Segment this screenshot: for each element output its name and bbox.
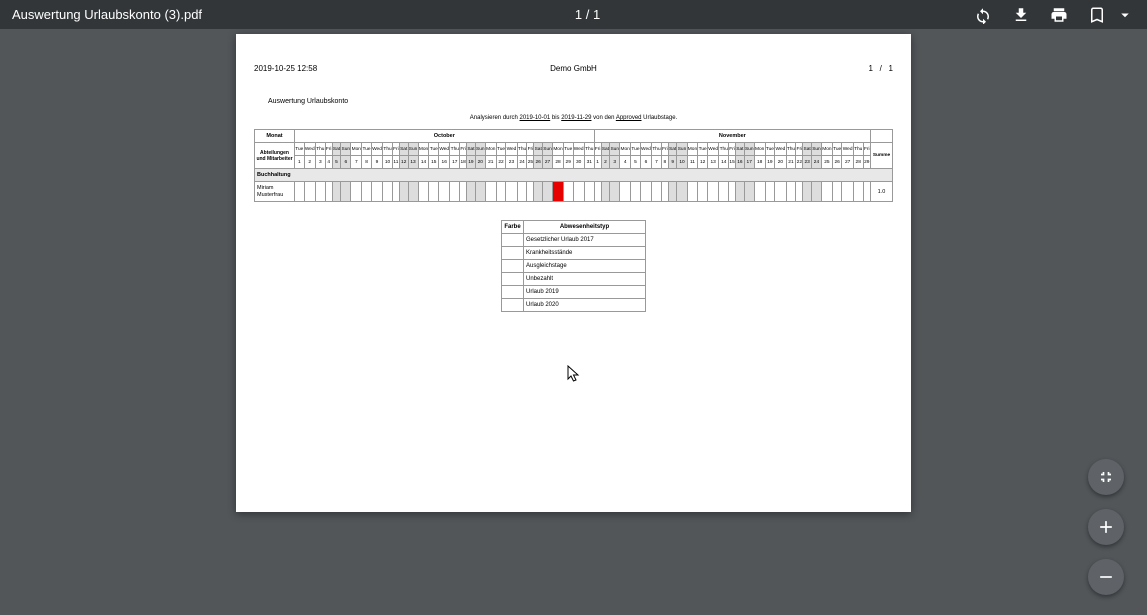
legend-type-head: Abwesenheitstyp (524, 221, 646, 234)
file-title: Auswertung Urlaubskonto (3).pdf (12, 7, 202, 22)
calendar-table: Monat October November Abteilungen und M… (254, 129, 893, 202)
pdf-viewer: 2019-10-25 12:58 Demo GmbH 1 / 1 Auswert… (0, 29, 1147, 615)
legend-item: Urlaub 2019 (524, 286, 646, 299)
legend-item: Urlaub 2020 (524, 299, 646, 312)
fit-page-button[interactable] (1088, 459, 1124, 495)
report-subtitle: Analysieren durch 2019-10-01 bis 2019-11… (254, 115, 893, 121)
report-title: Auswertung Urlaubskonto (268, 98, 893, 105)
doc-company: Demo GmbH (550, 64, 597, 73)
doc-timestamp: 2019-10-25 12:58 (254, 64, 317, 73)
th-october: October (295, 130, 595, 143)
legend-item: Gesetzlicher Urlaub 2017 (524, 234, 646, 247)
th-dept: Abteilungen und Mitarbeiter (255, 143, 295, 169)
employee-name: Miriam Musterfrau (255, 182, 295, 202)
th-november: November (594, 130, 870, 143)
zoom-out-button[interactable] (1088, 559, 1124, 595)
legend-item: Krankheitsstände (524, 247, 646, 260)
legend-table: Farbe Abwesenheitstyp Gesetzlicher Urlau… (501, 220, 646, 312)
rotate-icon[interactable] (973, 5, 993, 25)
legend-farbe-head: Farbe (502, 221, 524, 234)
legend-item: Ausgleichstage (524, 260, 646, 273)
dept-row: Buchhaltung (255, 169, 893, 182)
chevron-down-icon[interactable] (1115, 5, 1135, 25)
pdf-toolbar: Auswertung Urlaubskonto (3).pdf 1 / 1 (0, 0, 1147, 29)
bookmark-icon[interactable] (1087, 5, 1107, 25)
employee-sum: 1.0 (871, 182, 893, 202)
print-icon[interactable] (1049, 5, 1069, 25)
th-monat: Monat (255, 130, 295, 143)
zoom-in-button[interactable] (1088, 509, 1124, 545)
doc-pagination: 1 / 1 (869, 64, 893, 73)
page-indicator: 1 / 1 (202, 7, 973, 22)
zoom-controls (1088, 459, 1124, 595)
legend-item: Unbezahlt (524, 273, 646, 286)
pdf-page: 2019-10-25 12:58 Demo GmbH 1 / 1 Auswert… (236, 34, 911, 512)
download-icon[interactable] (1011, 5, 1031, 25)
